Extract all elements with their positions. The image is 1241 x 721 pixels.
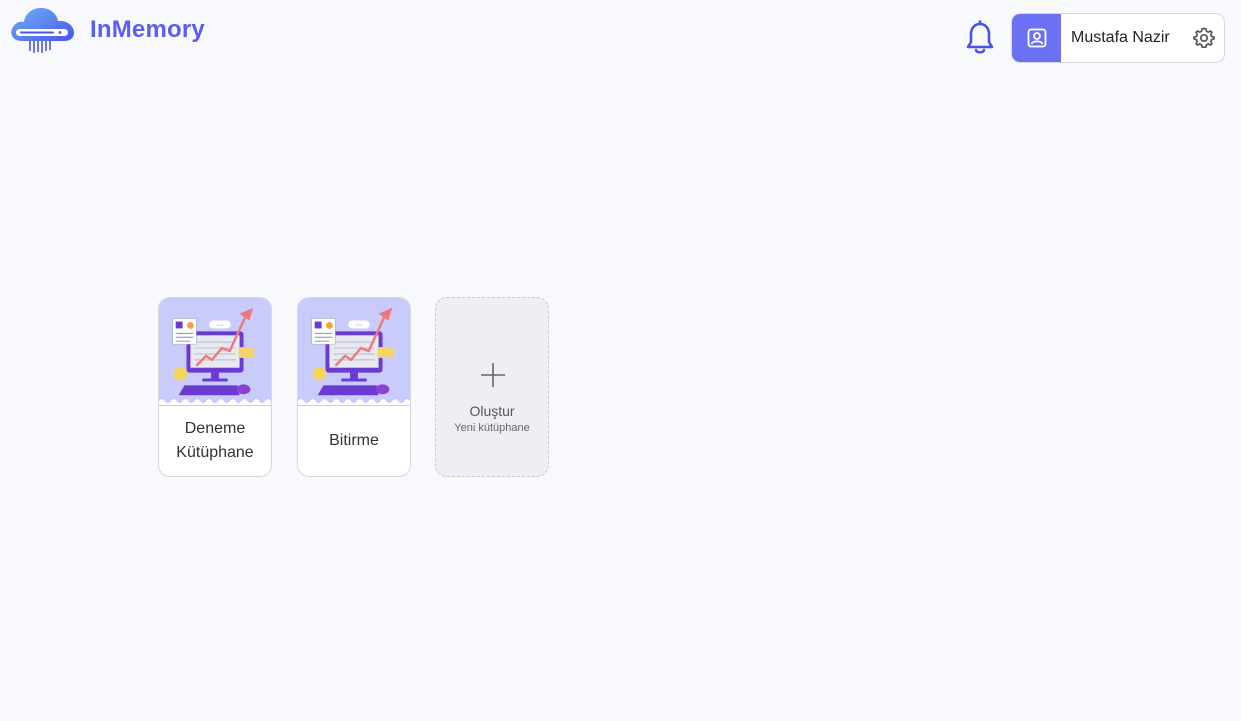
- plus-icon: [481, 363, 505, 387]
- user-name: Mustafa Nazir: [1071, 29, 1170, 46]
- create-subtitle: Yeni kütüphane: [454, 422, 530, 434]
- svg-text:···: ···: [217, 321, 224, 329]
- create-library-button[interactable]: Oluştur Yeni kütüphane: [435, 297, 549, 477]
- cloud-chip-icon[interactable]: [8, 5, 76, 55]
- user-card-icon: [1012, 14, 1061, 62]
- library-card[interactable]: ··· Bitirme: [297, 297, 411, 477]
- app-header: InMemory Mustafa Nazir: [0, 0, 1241, 76]
- library-card[interactable]: ··· Deneme Kütüphane: [158, 297, 272, 477]
- computer-growth-illustration: ···: [159, 298, 271, 406]
- create-title: Oluştur: [469, 403, 515, 419]
- user-menu[interactable]: Mustafa Nazir: [1011, 13, 1225, 63]
- gear-icon[interactable]: [1192, 26, 1216, 50]
- library-name: Bitirme: [329, 432, 379, 449]
- library-name: Deneme Kütüphane: [176, 420, 254, 461]
- brand-name[interactable]: InMemory: [90, 16, 205, 44]
- computer-growth-illustration: ···: [298, 298, 410, 406]
- svg-text:···: ···: [356, 321, 363, 329]
- bell-icon[interactable]: [964, 20, 996, 56]
